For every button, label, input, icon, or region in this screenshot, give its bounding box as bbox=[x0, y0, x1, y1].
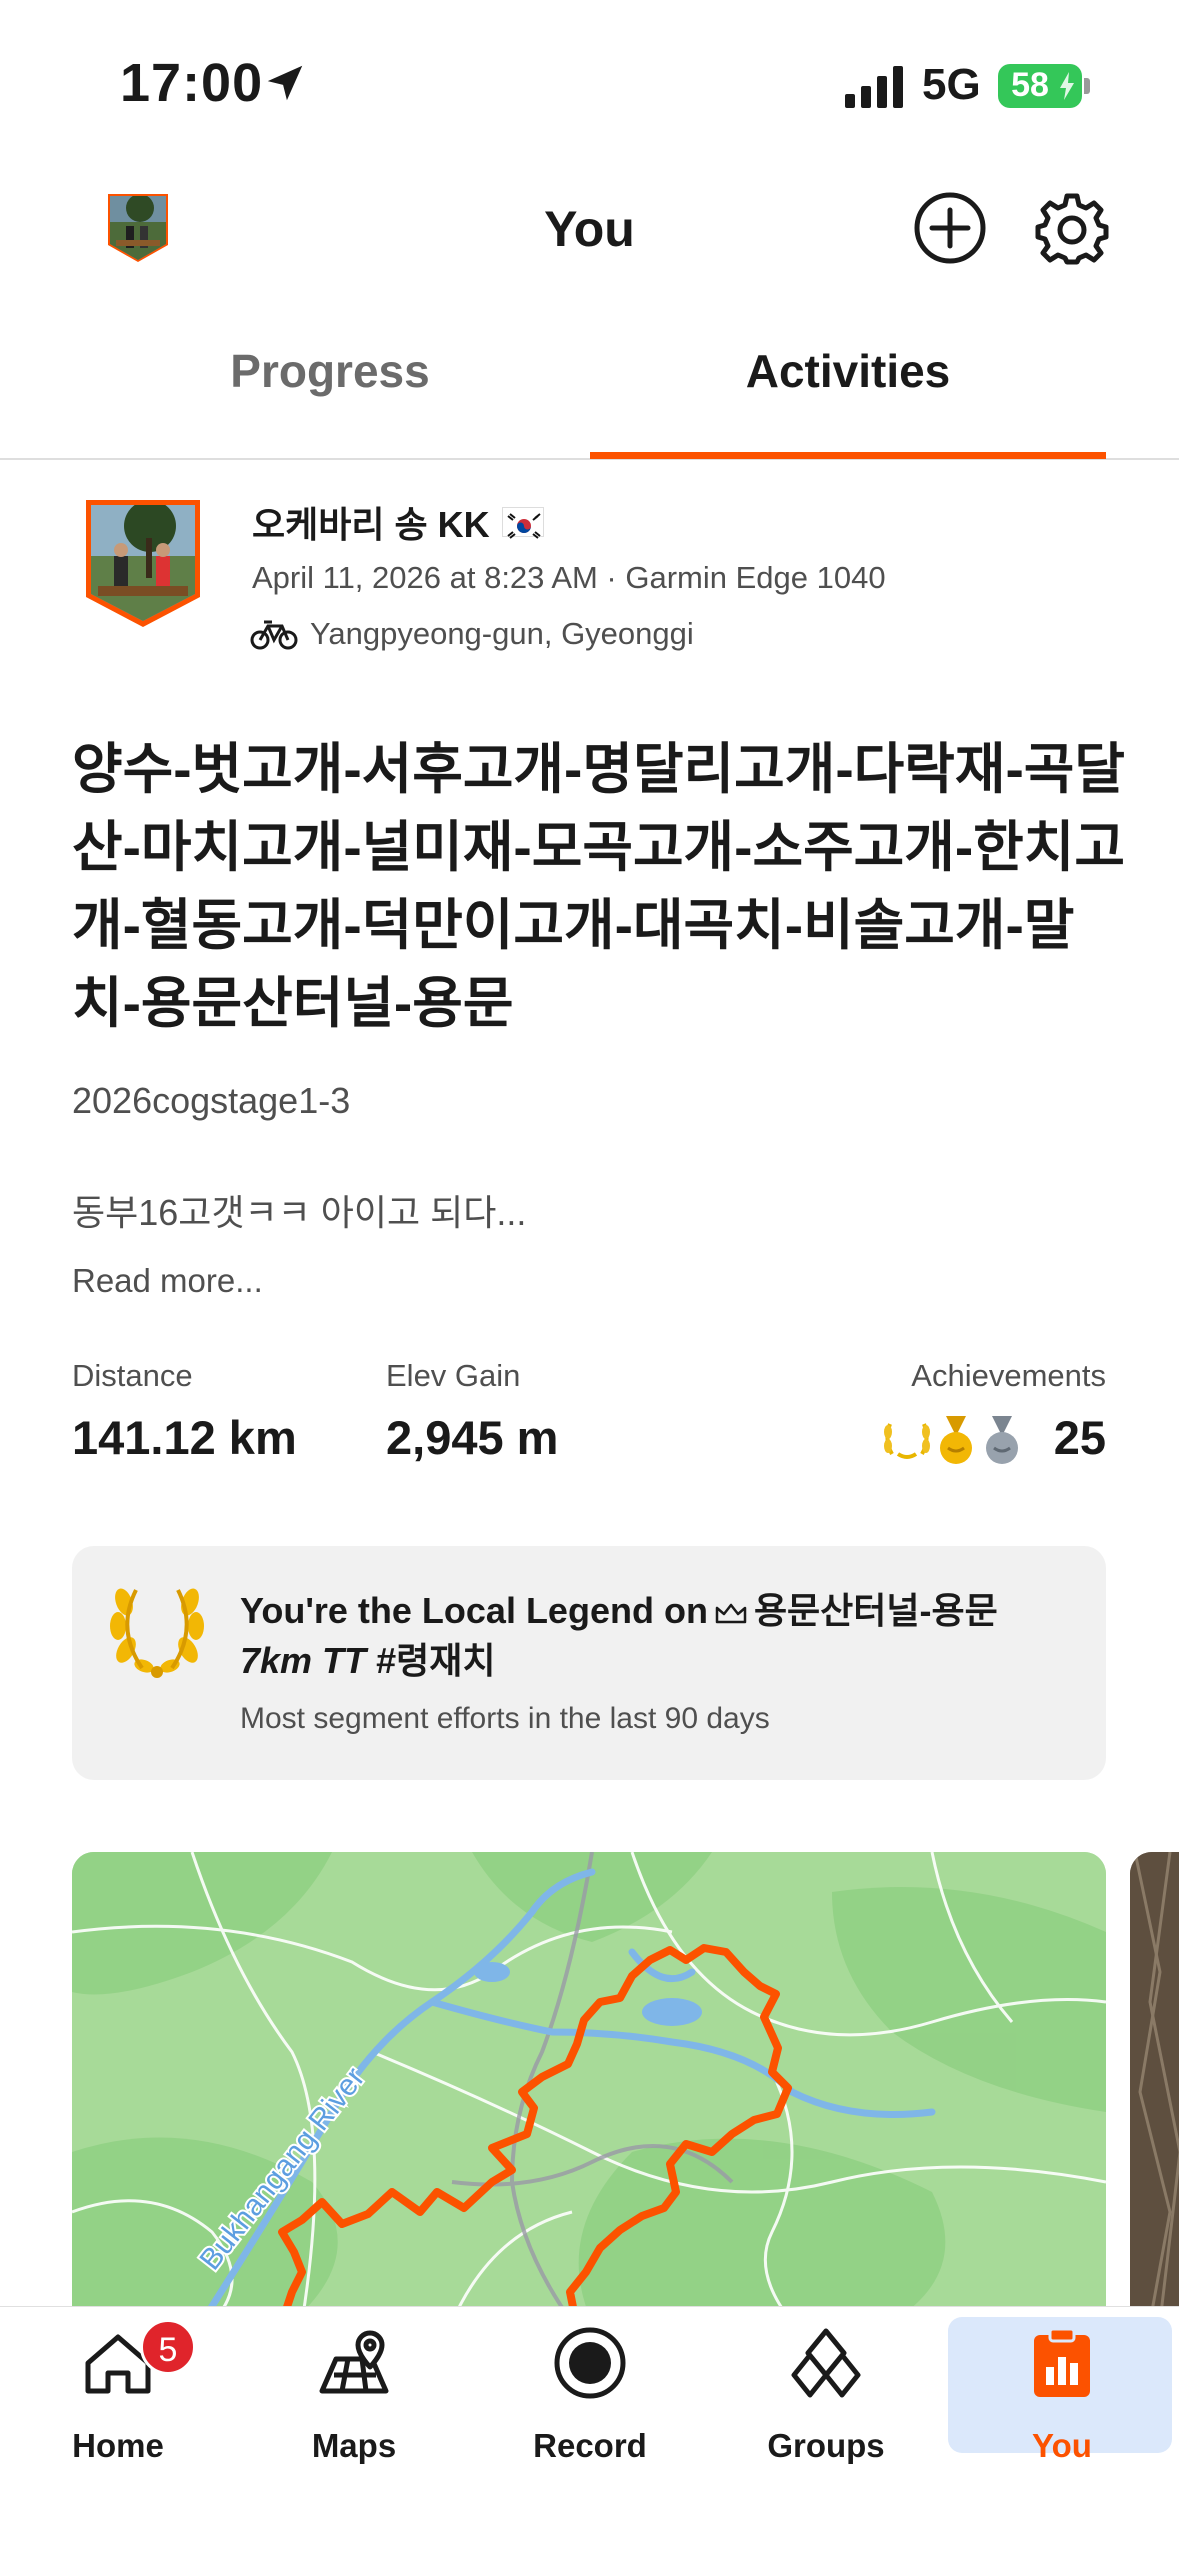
nav-record-label: Record bbox=[533, 2427, 647, 2464]
home-notification-badge: 5 bbox=[140, 2319, 196, 2375]
route-map-canvas: Bukhangang River bbox=[72, 1852, 1106, 2322]
battery-icon: 58 bbox=[998, 64, 1082, 108]
tab-activities[interactable]: Activities bbox=[588, 344, 1108, 398]
distance-value: 141.12 km bbox=[72, 1411, 297, 1464]
photo-texture bbox=[1130, 1852, 1179, 2322]
achievements-label: Achievements bbox=[911, 1358, 1106, 1393]
nav-maps-label: Maps bbox=[311, 2427, 397, 2464]
legend-segment-name[interactable]: 용문산터널-용문 bbox=[754, 1590, 998, 1631]
activity-title[interactable]: 양수-벗고개-서후고개-명달리고개-다락재-곡달산-마치고개-널미재-모곡고개-… bbox=[72, 730, 1132, 1042]
silver-medal-icon bbox=[986, 1416, 1018, 1464]
active-tab-indicator bbox=[590, 452, 1106, 459]
add-activity-icon[interactable] bbox=[912, 190, 988, 266]
activity-meta: April 11, 2026 at 8:23 AM · Garmin Edge … bbox=[252, 560, 886, 595]
elev-gain-label: Elev Gain bbox=[386, 1358, 521, 1393]
app-header: You bbox=[0, 160, 1179, 300]
nav-record[interactable]: Record bbox=[472, 2307, 708, 2464]
segment-crown-icon bbox=[715, 1603, 747, 1624]
bottom-navigation: 5 Home Maps Record Groups You bbox=[0, 2306, 1179, 2556]
legend-segment-suffix: 7km TT bbox=[240, 1640, 367, 1681]
status-bar: 17:00 5G 58 bbox=[0, 0, 1179, 160]
you-icon bbox=[1034, 2327, 1090, 2397]
settings-gear-icon[interactable] bbox=[1034, 190, 1110, 266]
location-arrow-icon bbox=[267, 65, 303, 101]
nav-groups[interactable]: Groups bbox=[708, 2307, 944, 2464]
battery-tip bbox=[1084, 78, 1090, 94]
tab-progress[interactable]: Progress bbox=[70, 344, 590, 398]
local-legend-subtitle: Most segment efforts in the last 90 days bbox=[240, 1702, 770, 1735]
bike-icon bbox=[250, 620, 298, 650]
status-time: 17:00 bbox=[120, 53, 264, 113]
athlete-name-text: 오케바리 송 KK bbox=[252, 504, 490, 545]
nav-you-label: You bbox=[1032, 2427, 1092, 2464]
nav-home-label: Home bbox=[72, 2427, 164, 2464]
nav-groups-label: Groups bbox=[767, 2427, 885, 2464]
gold-medal-icon bbox=[940, 1416, 972, 1464]
nav-home[interactable]: 5 Home bbox=[0, 2307, 236, 2464]
laurel-wreath-icon bbox=[110, 1588, 204, 1678]
network-label: 5G bbox=[922, 60, 981, 109]
elev-gain-value: 2,945 m bbox=[386, 1411, 559, 1464]
activity-location: Yangpyeong-gun, Gyeonggi bbox=[310, 616, 694, 651]
tab-bar: Progress Activities bbox=[0, 320, 1179, 460]
page-title: You bbox=[544, 201, 635, 257]
charging-bolt-icon bbox=[1060, 72, 1074, 100]
nav-you[interactable]: You bbox=[944, 2307, 1179, 2464]
nav-maps[interactable]: Maps bbox=[236, 2307, 472, 2464]
activity-photo-thumbnail[interactable] bbox=[1130, 1852, 1179, 2322]
maps-icon bbox=[319, 2330, 389, 2394]
route-map[interactable]: Bukhangang River bbox=[72, 1852, 1106, 2322]
achievements-count: 25 bbox=[1053, 1411, 1106, 1464]
athlete-name[interactable]: 오케바리 송 KK bbox=[252, 496, 544, 548]
activity-tag: 2026cogstage1-3 bbox=[72, 1080, 351, 1121]
korea-flag-icon bbox=[501, 507, 544, 539]
local-legend-title: You're the Local Legend on 용문산터널-용문 7km T… bbox=[240, 1586, 1080, 1686]
distance-label: Distance bbox=[72, 1358, 193, 1393]
activity-description: 동부16고갯ㅋㅋ 아이고 되다... bbox=[72, 1192, 527, 1233]
groups-icon bbox=[791, 2328, 861, 2398]
local-legend-laurel-icon bbox=[884, 1423, 930, 1459]
achievement-icons[interactable] bbox=[880, 1414, 1046, 1466]
legend-title-prefix: You're the Local Legend on bbox=[240, 1590, 708, 1631]
local-legend-card[interactable]: You're the Local Legend on 용문산터널-용문 7km T… bbox=[72, 1546, 1106, 1780]
cellular-signal-icon bbox=[845, 66, 903, 108]
read-more-link[interactable]: Read more... bbox=[72, 1262, 263, 1300]
record-icon bbox=[554, 2327, 626, 2399]
athlete-avatar[interactable] bbox=[84, 498, 202, 628]
battery-level: 58 bbox=[1011, 66, 1049, 104]
legend-hashtag[interactable]: #령재치 bbox=[376, 1640, 495, 1681]
